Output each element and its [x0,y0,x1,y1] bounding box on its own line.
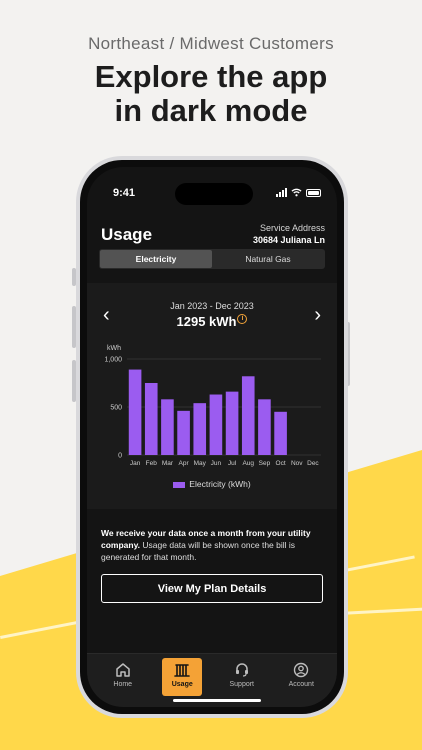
usage-icon [174,664,191,677]
status-icons [276,188,321,197]
y-tick-label: 1,000 [104,357,122,364]
dynamic-island [175,183,253,205]
period-total-value: 1295 kWh [176,314,237,329]
account-icon [294,662,309,678]
status-bar: 9:41 [87,183,337,205]
x-tick-label: Jan [130,460,141,467]
promo-title: Explore the app in dark mode [0,60,422,128]
x-tick-label: Jun [211,460,222,467]
promo-title-line: Explore the app [94,59,328,94]
bar-oct [274,411,287,455]
chart-legend: Electricity (kWh) [87,479,337,489]
bar-aug [241,376,255,455]
data-notice: We receive your data once a month from y… [101,527,323,563]
home-indicator [173,699,261,702]
nav-item-label: Usage [171,681,193,688]
utility-tabs: Electricity Natural Gas [99,249,325,269]
service-address-label: Service Address [259,223,325,233]
service-address-value: 30684 Juliana Ln [252,235,325,245]
nav-item-usage[interactable]: Usage [162,658,203,696]
period-total: 1295 kWh i [87,314,337,329]
x-tick-label: Oct [276,460,286,467]
battery-icon [306,188,321,197]
status-time: 9:41 [113,187,136,199]
bar-sep [258,399,271,455]
page-title: Usage [101,225,153,244]
bar-jul [225,391,239,455]
x-tick-label: Apr [179,460,190,467]
y-tick-label: 0 [118,453,122,460]
app-screen: 9:41 Usage Service Address 30684 Juliana… [87,167,337,707]
bar-apr [177,410,190,455]
x-tick-label: Jul [228,460,237,467]
x-tick-label: Feb [146,460,158,467]
x-tick-label: May [194,460,207,467]
phone-frame: 9:41 Usage Service Address 30684 Juliana… [76,156,348,718]
usage-bar-chart: kWh 0 500 1,000 Jan Feb Mar Apr May Jun Jul Aug Sep O… [104,345,321,467]
nav-item-label: Support [229,681,255,688]
home-icon [116,663,130,677]
tab-natural-gas[interactable]: Natural Gas [212,250,324,268]
nav-item-label: Home [113,681,133,688]
bar-may [193,403,207,455]
x-tick-label: Dec [307,460,319,467]
phone-bezel: 9:41 Usage Service Address 30684 Juliana… [80,160,344,714]
y-axis-label: kWh [107,345,121,352]
y-tick-label: 500 [110,405,122,412]
legend-swatch [173,481,186,488]
view-plan-details-button[interactable]: View My Plan Details [101,574,323,603]
bar-feb [144,383,158,455]
bar-jan [128,369,142,455]
nav-item-support[interactable]: Support [222,658,262,696]
headset-icon [235,663,248,677]
nav-item-account[interactable]: Account [281,658,321,696]
x-tick-label: Nov [291,460,303,467]
bar-jun [209,394,223,455]
nav-item-home[interactable]: Home [103,658,143,696]
nav-item-label: Account [288,681,314,688]
service-address: Service Address 30684 Juliana Ln [253,223,325,245]
promo-subtitle: Northeast / Midwest Customers [88,34,334,53]
tab-electricity[interactable]: Electricity [100,250,212,268]
wifi-icon [291,188,302,197]
info-icon[interactable]: i [237,314,248,324]
legend-label: Electricity (kWh) [189,479,251,489]
period-range: Jan 2023 - Dec 2023 [170,301,254,311]
promo-title-line: in dark mode [114,93,308,128]
bar-mar [161,399,174,455]
signal-icon [276,188,287,197]
x-tick-label: Sep [259,460,271,467]
x-tick-label: Aug [242,460,254,467]
x-tick-label: Mar [162,460,174,467]
usage-panel: ‹ › Jan 2023 - Dec 2023 1295 kWh i kWh 0 50… [87,283,337,509]
